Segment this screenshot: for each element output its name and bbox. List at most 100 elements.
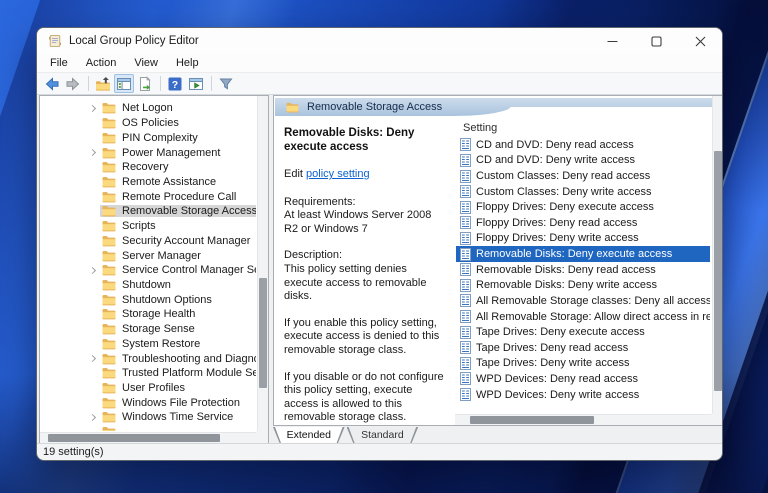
tree-item[interactable]: Service Control Manager Settings <box>40 263 256 278</box>
tree-item[interactable]: Troubleshooting and Diagnostics <box>40 351 256 366</box>
policy-setting-link[interactable]: policy setting <box>306 168 370 180</box>
list-vertical-scrollbar[interactable] <box>712 96 722 413</box>
tree-item[interactable]: PIN Complexity <box>40 130 256 145</box>
tree-item-body[interactable]: Remote Assistance <box>100 176 220 188</box>
tree-item-body[interactable]: Net Logon <box>100 102 177 114</box>
tree-item[interactable]: Server Manager <box>40 248 256 263</box>
tree-item-body[interactable]: Power Management <box>100 147 224 159</box>
setting-row[interactable]: Floppy Drives: Deny read access <box>456 215 710 231</box>
tree-item-body[interactable]: Storage Sense <box>100 323 199 335</box>
expand-chevron-icon[interactable] <box>84 104 100 112</box>
setting-row[interactable]: Tape Drives: Deny execute access <box>456 324 710 340</box>
tree-item[interactable]: Storage Health <box>40 307 256 322</box>
setting-row[interactable]: Floppy Drives: Deny execute access <box>456 199 710 215</box>
tree-item-body[interactable]: PIN Complexity <box>100 132 202 144</box>
setting-row[interactable]: All Removable Storage: Allow direct acce… <box>456 309 710 325</box>
setting-row[interactable]: Floppy Drives: Deny write access <box>456 231 710 247</box>
list-vertical-scrollbar-thumb[interactable] <box>714 151 722 391</box>
forward-icon[interactable] <box>63 74 83 93</box>
expand-chevron-icon[interactable] <box>84 266 100 274</box>
setting-row[interactable]: All Removable Storage classes: Deny all … <box>456 293 710 309</box>
tree-item-body[interactable]: Trusted Platform Module Services <box>100 367 256 379</box>
back-icon[interactable] <box>42 74 62 93</box>
tree-item[interactable]: System Restore <box>40 337 256 352</box>
export-list-icon[interactable] <box>135 74 155 93</box>
list-horizontal-scrollbar[interactable] <box>455 414 711 425</box>
policy-setting-icon <box>460 200 471 214</box>
filter-icon[interactable] <box>216 74 236 93</box>
show-new-window-icon[interactable] <box>186 74 206 93</box>
tree-item[interactable]: Net Logon <box>40 101 256 116</box>
tree-item-body[interactable]: User Profiles <box>100 382 189 394</box>
tree-item-body[interactable]: Shutdown Options <box>100 294 216 306</box>
tree-item[interactable]: User Profiles <box>40 381 256 396</box>
tree-item[interactable]: Shutdown Options <box>40 292 256 307</box>
tree-item[interactable]: OS Policies <box>40 116 256 131</box>
menu-help[interactable]: Help <box>167 55 208 71</box>
setting-row[interactable]: Removable Disks: Deny read access <box>456 262 710 278</box>
tree-item[interactable]: Recovery <box>40 160 256 175</box>
tree-vertical-scrollbar-thumb[interactable] <box>259 278 267 388</box>
tree-item-body[interactable]: Windows Time Service <box>100 411 237 423</box>
expand-chevron-icon[interactable] <box>84 355 100 363</box>
tree-item[interactable]: Power Management <box>40 145 256 160</box>
tree-item-label: Trusted Platform Module Services <box>122 367 256 380</box>
setting-row[interactable]: Tape Drives: Deny write access <box>456 356 710 372</box>
console-tree: Net Logon OS Policies PIN Complexity Power … <box>40 96 256 431</box>
tree-item[interactable]: Scripts <box>40 219 256 234</box>
title-bar[interactable]: Local Group Policy Editor <box>37 28 722 54</box>
show-console-tree-icon[interactable] <box>114 74 134 93</box>
close-button[interactable] <box>678 28 722 54</box>
setting-row[interactable]: CD and DVD: Deny write access <box>456 153 710 169</box>
setting-row[interactable]: Tape Drives: Deny read access <box>456 340 710 356</box>
tree-item[interactable]: Removable Storage Access <box>40 204 256 219</box>
menu-action[interactable]: Action <box>77 55 126 71</box>
tree-item[interactable]: Windows File Protection <box>40 395 256 410</box>
tree-item[interactable]: Windows Time Service <box>40 410 256 425</box>
setting-row-selected[interactable]: Removable Disks: Deny execute access <box>456 246 710 262</box>
setting-row[interactable]: Custom Classes: Deny write access <box>456 184 710 200</box>
tree-item[interactable]: Shutdown <box>40 278 256 293</box>
tab-standard[interactable]: Standard <box>347 427 419 444</box>
tab-extended[interactable]: Extended <box>273 427 345 444</box>
tree-horizontal-scrollbar[interactable] <box>40 432 256 443</box>
tree-vertical-scrollbar[interactable] <box>257 96 268 431</box>
expand-chevron-icon[interactable] <box>84 413 100 421</box>
menu-view[interactable]: View <box>125 55 167 71</box>
maximize-button[interactable] <box>634 28 678 54</box>
tree-item-body[interactable]: OS Policies <box>100 117 183 129</box>
setting-row[interactable]: Custom Classes: Deny read access <box>456 168 710 184</box>
tree-item[interactable]: Remote Assistance <box>40 175 256 190</box>
setting-row[interactable]: WPD Devices: Deny read access <box>456 371 710 387</box>
policy-setting-icon <box>460 185 471 199</box>
minimize-button[interactable] <box>590 28 634 54</box>
tree-item-body[interactable]: Shutdown <box>100 279 175 291</box>
tree-horizontal-scrollbar-thumb[interactable] <box>48 434 220 442</box>
tree-item-body[interactable]: System Restore <box>100 338 204 350</box>
tree-item[interactable]: Remote Procedure Call <box>40 189 256 204</box>
list-horizontal-scrollbar-thumb[interactable] <box>470 416 594 424</box>
menu-file[interactable]: File <box>41 55 77 71</box>
tree-item-selected[interactable]: Removable Storage Access <box>100 205 256 218</box>
help-icon[interactable]: ? <box>165 74 185 93</box>
tree-item-body[interactable]: Security Account Manager <box>100 235 254 247</box>
tree-item-body[interactable]: Remote Procedure Call <box>100 191 240 203</box>
setting-row[interactable]: WPD Devices: Deny write access <box>456 387 710 403</box>
tree-item-body[interactable]: Scripts <box>100 220 160 232</box>
tree-item-body[interactable]: Service Control Manager Settings <box>100 264 256 276</box>
tree-item-body[interactable]: Windows File Protection <box>100 397 244 409</box>
tree-item-body[interactable]: Troubleshooting and Diagnostics <box>100 353 256 365</box>
expand-chevron-icon[interactable] <box>84 148 100 157</box>
tree-item-partial[interactable] <box>40 425 256 431</box>
setting-row[interactable]: CD and DVD: Deny read access <box>456 137 710 153</box>
tree-item-body <box>100 426 126 431</box>
tree-item[interactable]: Trusted Platform Module Services <box>40 366 256 381</box>
tree-item[interactable]: Storage Sense <box>40 322 256 337</box>
setting-row[interactable]: Removable Disks: Deny write access <box>456 277 710 293</box>
up-one-level-icon[interactable] <box>93 74 113 93</box>
tree-item-body[interactable]: Recovery <box>100 161 172 173</box>
tree-item-body[interactable]: Storage Health <box>100 308 199 320</box>
tree-item-body[interactable]: Server Manager <box>100 250 205 262</box>
settings-column-header[interactable]: Setting <box>456 116 710 137</box>
tree-item[interactable]: Security Account Manager <box>40 233 256 248</box>
